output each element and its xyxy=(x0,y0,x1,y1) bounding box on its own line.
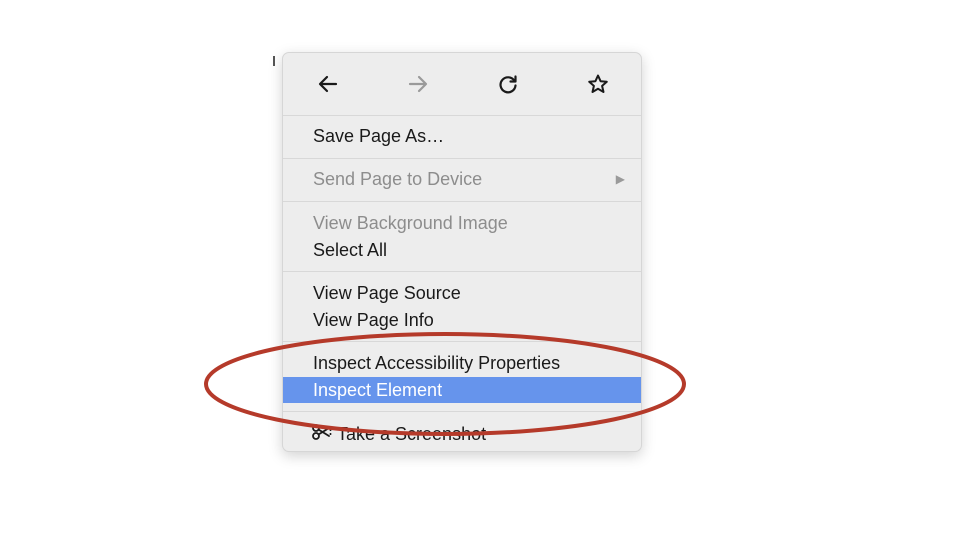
view-page-source-item[interactable]: View Page Source xyxy=(283,280,641,306)
back-button[interactable] xyxy=(311,67,345,101)
reload-icon xyxy=(499,75,517,94)
select-all-item[interactable]: Select All xyxy=(283,237,641,263)
inspect-accessibility-item[interactable]: Inspect Accessibility Properties xyxy=(283,350,641,376)
bookmark-button[interactable] xyxy=(581,67,615,101)
inspect-element-label: Inspect Element xyxy=(313,380,443,400)
inspect-accessibility-label: Inspect Accessibility Properties xyxy=(313,353,561,373)
view-background-image-item[interactable]: View Background Image xyxy=(283,210,641,236)
arrow-right-icon xyxy=(408,75,428,93)
menu-separator xyxy=(283,201,641,202)
select-all-label: Select All xyxy=(313,240,388,260)
menu-separator xyxy=(283,341,641,342)
arrow-left-icon xyxy=(318,75,338,93)
menu-separator xyxy=(283,271,641,272)
menu-separator xyxy=(283,158,641,159)
navigation-row xyxy=(283,53,641,113)
take-screenshot-label: Take a Screenshot xyxy=(337,424,487,444)
view-page-info-label: View Page Info xyxy=(313,310,434,330)
view-page-info-item[interactable]: View Page Info xyxy=(283,307,641,333)
view-page-source-label: View Page Source xyxy=(313,283,461,303)
save-page-as-label: Save Page As… xyxy=(313,126,445,146)
background-edge-mark xyxy=(273,56,275,66)
send-page-to-device-label: Send Page to Device xyxy=(313,169,483,189)
submenu-arrow-icon: ▶ xyxy=(615,172,625,186)
take-screenshot-item[interactable]: Take a Screenshot xyxy=(283,421,641,447)
menu-separator xyxy=(283,115,641,116)
reload-button[interactable] xyxy=(491,67,525,101)
star-icon xyxy=(588,74,608,93)
menu-separator xyxy=(283,411,641,412)
send-page-to-device-item[interactable]: Send Page to Device ▶ xyxy=(283,166,641,192)
inspect-element-item[interactable]: Inspect Element xyxy=(283,377,641,403)
view-background-image-label: View Background Image xyxy=(313,213,508,233)
context-menu: Save Page As… Send Page to Device ▶ View… xyxy=(282,52,642,452)
save-page-as-item[interactable]: Save Page As… xyxy=(283,123,641,149)
scissors-icon xyxy=(311,422,337,448)
forward-button[interactable] xyxy=(401,67,435,101)
